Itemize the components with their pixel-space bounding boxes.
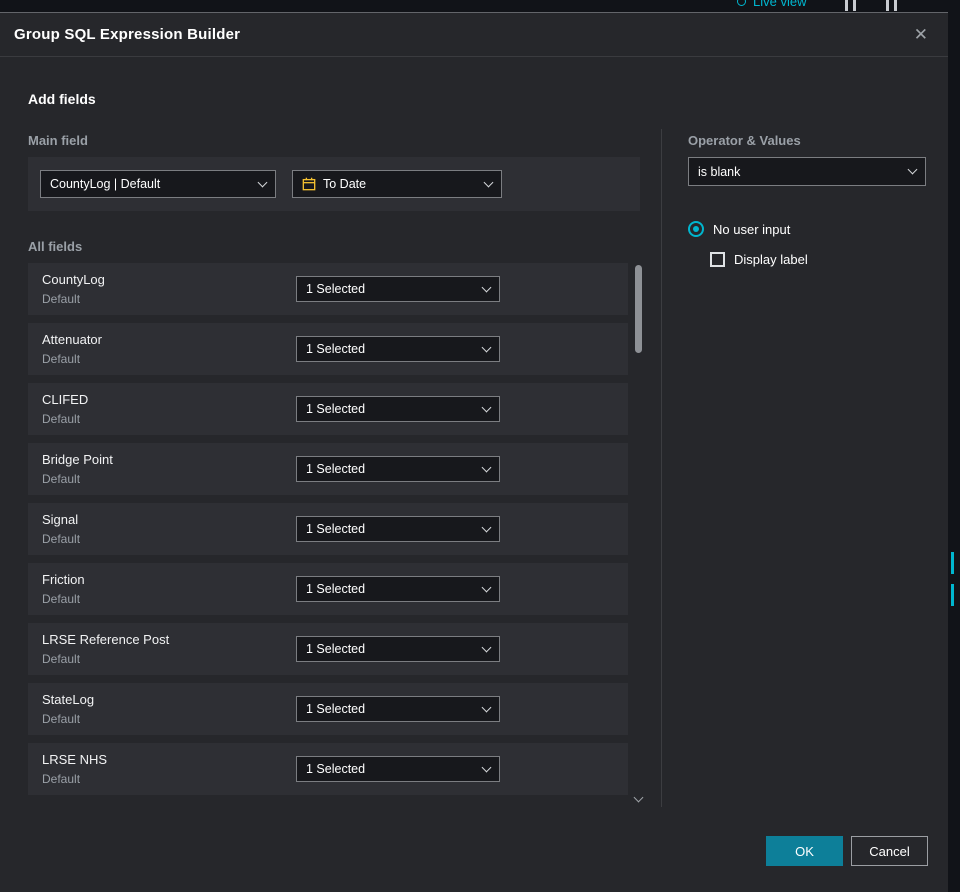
field-row: Signal Default 1 Selected xyxy=(28,503,628,555)
dialog-footer: OK Cancel xyxy=(766,836,928,866)
main-field-value: CountyLog | Default xyxy=(50,177,161,191)
chevron-down-icon xyxy=(481,402,492,412)
main-field-label: Main field xyxy=(28,133,88,148)
field-selection-value: 1 Selected xyxy=(306,282,366,296)
field-selection-value: 1 Selected xyxy=(306,522,366,536)
field-subtitle: Default xyxy=(42,592,81,606)
background-right-edge xyxy=(948,12,960,892)
chevron-down-icon xyxy=(481,282,492,292)
scroll-down-icon[interactable] xyxy=(633,792,644,803)
field-selection-dropdown[interactable]: 1 Selected xyxy=(296,516,500,542)
field-subtitle: Default xyxy=(42,292,81,306)
field-subtitle: Default xyxy=(42,652,81,666)
group-sql-expression-builder-dialog: Group SQL Expression Builder ✕ Add field… xyxy=(0,12,948,892)
field-selection-dropdown[interactable]: 1 Selected xyxy=(296,396,500,422)
dialog-header: Group SQL Expression Builder ✕ xyxy=(0,13,948,57)
chevron-down-icon xyxy=(481,522,492,532)
field-row: CLIFED Default 1 Selected xyxy=(28,383,628,435)
chevron-down-icon xyxy=(481,762,492,772)
chevron-down-icon xyxy=(907,164,918,175)
field-selection-value: 1 Selected xyxy=(306,402,366,416)
fields-list-scrollbar[interactable] xyxy=(633,263,645,803)
chevron-down-icon xyxy=(481,582,492,592)
all-fields-label: All fields xyxy=(28,239,83,254)
field-name: CountyLog xyxy=(42,272,105,287)
no-user-input-option[interactable]: No user input xyxy=(688,221,790,237)
field-name: Signal xyxy=(42,512,79,527)
radio-selected-icon xyxy=(688,221,704,237)
live-view-icon xyxy=(737,0,746,6)
close-icon: ✕ xyxy=(913,25,928,44)
field-subtitle: Default xyxy=(42,352,81,366)
chevron-down-icon xyxy=(481,642,492,652)
field-selection-dropdown[interactable]: 1 Selected xyxy=(296,756,500,782)
toolbar-bars-icon xyxy=(845,0,861,12)
main-field-panel: CountyLog | Default To Date xyxy=(28,157,640,211)
background-accent-mark xyxy=(951,552,954,574)
field-selection-value: 1 Selected xyxy=(306,582,366,596)
field-selection-value: 1 Selected xyxy=(306,642,366,656)
field-name: LRSE NHS xyxy=(42,752,108,767)
toolbar-bars-icon xyxy=(886,0,902,12)
display-label-text: Display label xyxy=(734,252,808,267)
field-subtitle: Default xyxy=(42,532,81,546)
chevron-down-icon xyxy=(483,177,494,187)
field-row: StateLog Default 1 Selected xyxy=(28,683,628,735)
no-user-input-label: No user input xyxy=(713,221,791,237)
all-fields-list: CountyLog Default 1 Selected Attenuator Defa… xyxy=(28,263,628,795)
operator-dropdown[interactable]: is blank xyxy=(688,157,926,186)
ok-button[interactable]: OK xyxy=(766,836,843,866)
scrollbar-thumb[interactable] xyxy=(635,265,642,353)
field-subtitle: Default xyxy=(42,412,81,426)
field-selection-value: 1 Selected xyxy=(306,762,366,776)
field-name: Friction xyxy=(42,572,85,587)
field-row: LRSE NHS Default 1 Selected xyxy=(28,743,628,795)
chevron-down-icon xyxy=(481,702,492,712)
field-selection-value: 1 Selected xyxy=(306,462,366,476)
field-selection-value: 1 Selected xyxy=(306,342,366,356)
add-fields-heading: Add fields xyxy=(28,91,96,107)
field-name: Attenuator xyxy=(42,332,102,347)
field-name: StateLog xyxy=(42,692,95,707)
chevron-down-icon xyxy=(257,177,268,187)
operator-values-label: Operator & Values xyxy=(688,133,801,148)
field-name: LRSE Reference Post xyxy=(42,632,170,647)
background-accent-mark xyxy=(951,584,954,606)
date-field-value: To Date xyxy=(323,177,367,191)
field-subtitle: Default xyxy=(42,712,81,726)
field-name: Bridge Point xyxy=(42,452,113,467)
dialog-title: Group SQL Expression Builder xyxy=(14,26,241,43)
field-selection-value: 1 Selected xyxy=(306,702,366,716)
field-selection-dropdown[interactable]: 1 Selected xyxy=(296,696,500,722)
dialog-body: Add fields Main field CountyLog | Defaul… xyxy=(0,57,948,892)
field-name: CLIFED xyxy=(42,392,89,407)
field-row: Attenuator Default 1 Selected xyxy=(28,323,628,375)
chevron-down-icon xyxy=(481,462,492,472)
live-view-label: Live view xyxy=(753,0,807,9)
background-toolbar: Live view xyxy=(0,0,960,12)
field-selection-dropdown[interactable]: 1 Selected xyxy=(296,336,500,362)
field-selection-dropdown[interactable]: 1 Selected xyxy=(296,576,500,602)
field-row: CountyLog Default 1 Selected xyxy=(28,263,628,315)
checkbox-unchecked-icon xyxy=(710,252,725,267)
operator-value: is blank xyxy=(698,164,741,179)
display-label-option[interactable]: Display label xyxy=(710,252,808,267)
date-field-dropdown[interactable]: To Date xyxy=(292,170,502,198)
field-subtitle: Default xyxy=(42,472,81,486)
close-button[interactable]: ✕ xyxy=(908,22,934,47)
column-divider xyxy=(661,129,662,807)
field-subtitle: Default xyxy=(42,772,81,786)
main-field-dropdown[interactable]: CountyLog | Default xyxy=(40,170,276,198)
field-row: Friction Default 1 Selected xyxy=(28,563,628,615)
field-row: Bridge Point Default 1 Selected xyxy=(28,443,628,495)
calendar-icon xyxy=(302,177,316,191)
field-selection-dropdown[interactable]: 1 Selected xyxy=(296,636,500,662)
chevron-down-icon xyxy=(481,342,492,352)
field-row: LRSE Reference Post Default 1 Selected xyxy=(28,623,628,675)
cancel-button[interactable]: Cancel xyxy=(851,836,928,866)
field-selection-dropdown[interactable]: 1 Selected xyxy=(296,276,500,302)
field-selection-dropdown[interactable]: 1 Selected xyxy=(296,456,500,482)
